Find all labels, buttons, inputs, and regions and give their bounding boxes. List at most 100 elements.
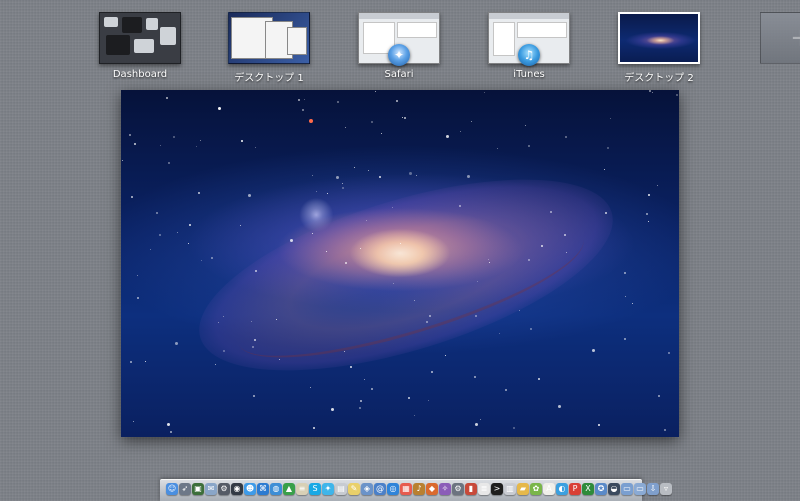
calendar-icon[interactable]: ▦	[400, 483, 412, 495]
star	[652, 92, 653, 93]
star	[168, 162, 170, 164]
app-icon[interactable]: ◒	[608, 483, 620, 495]
star	[170, 431, 172, 433]
star	[298, 99, 300, 101]
star	[150, 249, 151, 250]
app-icon[interactable]: ▲	[283, 483, 295, 495]
trash-icon[interactable]: ▿	[660, 483, 672, 495]
star	[649, 90, 651, 92]
photo-icon[interactable]: ▣	[192, 483, 204, 495]
mail-icon[interactable]: @	[374, 483, 386, 495]
star	[302, 109, 304, 111]
notes-icon[interactable]: ✎	[348, 483, 360, 495]
star	[360, 248, 361, 249]
system-icon[interactable]: ⚙	[218, 483, 230, 495]
star	[431, 371, 433, 373]
globe-icon[interactable]: ◍	[270, 483, 282, 495]
photo-icon[interactable]: ◈	[361, 483, 373, 495]
star	[345, 127, 346, 128]
finder-icon[interactable]: ☺	[166, 483, 178, 495]
star	[393, 283, 394, 284]
star	[416, 175, 417, 176]
folder-icon[interactable]: ▭	[621, 483, 633, 495]
star	[331, 408, 334, 411]
folder-icon[interactable]: ▭	[634, 483, 646, 495]
terminal-icon[interactable]: >	[491, 483, 503, 495]
star	[145, 361, 146, 362]
space-label: iTunes	[513, 69, 545, 80]
space-thumbnail[interactable]	[228, 12, 310, 64]
app-icon[interactable]: ▤	[335, 483, 347, 495]
app-icon[interactable]: ▥	[504, 483, 516, 495]
skype-icon[interactable]: S	[309, 483, 321, 495]
star	[460, 131, 461, 132]
space-itunes[interactable]: ♫ iTunes	[488, 12, 570, 80]
document-icon[interactable]: ≣	[478, 483, 490, 495]
star	[137, 297, 139, 299]
space-thumbnail[interactable]	[618, 12, 700, 64]
space-label: デスクトップ 2	[624, 73, 694, 84]
space-label: Dashboard	[112, 69, 168, 80]
star	[160, 145, 161, 146]
star	[290, 239, 293, 242]
space-thumbnail[interactable]	[99, 12, 181, 64]
folder-icon[interactable]: ▰	[517, 483, 529, 495]
music-icon[interactable]: ♪	[413, 483, 425, 495]
app-icon[interactable]: ✪	[595, 483, 607, 495]
app-icon[interactable]: ◆	[426, 483, 438, 495]
app-icon[interactable]: ◐	[556, 483, 568, 495]
preferences-icon[interactable]: ⚙	[452, 483, 464, 495]
star	[218, 107, 221, 110]
space-dashboard[interactable]: Dashboard	[99, 12, 181, 80]
star	[475, 315, 477, 317]
star	[396, 100, 398, 102]
star	[445, 355, 446, 356]
star	[381, 133, 382, 134]
star	[408, 397, 410, 399]
star	[337, 101, 339, 103]
star	[657, 185, 658, 186]
space-label: Safari	[384, 69, 414, 80]
star	[189, 224, 191, 226]
star	[254, 339, 256, 341]
star	[610, 118, 611, 119]
space-safari[interactable]: ✦ Safari	[358, 12, 440, 80]
app-icon[interactable]: ✧	[439, 483, 451, 495]
star	[446, 135, 449, 138]
star	[336, 176, 339, 179]
dictionary-icon[interactable]: A	[543, 483, 555, 495]
space-desktop-1[interactable]: デスクトップ 1	[228, 12, 310, 84]
safari-icon[interactable]: ◎	[387, 483, 399, 495]
book-icon[interactable]: ▮	[465, 483, 477, 495]
network-icon[interactable]: ⌘	[257, 483, 269, 495]
star	[253, 395, 255, 397]
app-icon[interactable]: P	[569, 483, 581, 495]
star	[345, 262, 347, 264]
star	[342, 183, 343, 184]
star	[550, 211, 552, 213]
camera-icon[interactable]: ◉	[231, 483, 243, 495]
star	[131, 196, 133, 198]
app-icon[interactable]: ✿	[530, 483, 542, 495]
star	[371, 121, 373, 123]
add-space-thumbnail[interactable]: +	[760, 12, 800, 64]
star	[223, 350, 225, 352]
excel-icon[interactable]: X	[582, 483, 594, 495]
star	[459, 205, 461, 207]
star	[359, 407, 361, 409]
finder-icon[interactable]: ☻	[244, 483, 256, 495]
star	[519, 310, 520, 311]
mail-icon[interactable]: ✉	[205, 483, 217, 495]
add-space-button[interactable]: +	[760, 12, 800, 64]
desktop-preview[interactable]	[121, 90, 679, 437]
star	[607, 147, 609, 149]
rocket-icon[interactable]: ➶	[179, 483, 191, 495]
downloads-icon[interactable]: ⇩	[647, 483, 659, 495]
star	[371, 388, 373, 390]
document-icon[interactable]: ≡	[296, 483, 308, 495]
star	[676, 94, 678, 96]
star	[211, 257, 213, 259]
twitter-icon[interactable]: ✦	[322, 483, 334, 495]
space-desktop-2[interactable]: デスクトップ 2	[618, 12, 700, 84]
dock: ☺ ➶ ▣ ✉ ⚙ ◉ ☻ ⌘ ◍ ▲ ≡ S ✦ ▤ ✎ ◈ @ ◎ ▦ ♪ ◆ ✧ ⚙ ▮ ≣ > ▥ ▰ ✿ A ◐ P X ✪ ◒ ▭ ▭ ⇩ ▿	[160, 479, 672, 501]
